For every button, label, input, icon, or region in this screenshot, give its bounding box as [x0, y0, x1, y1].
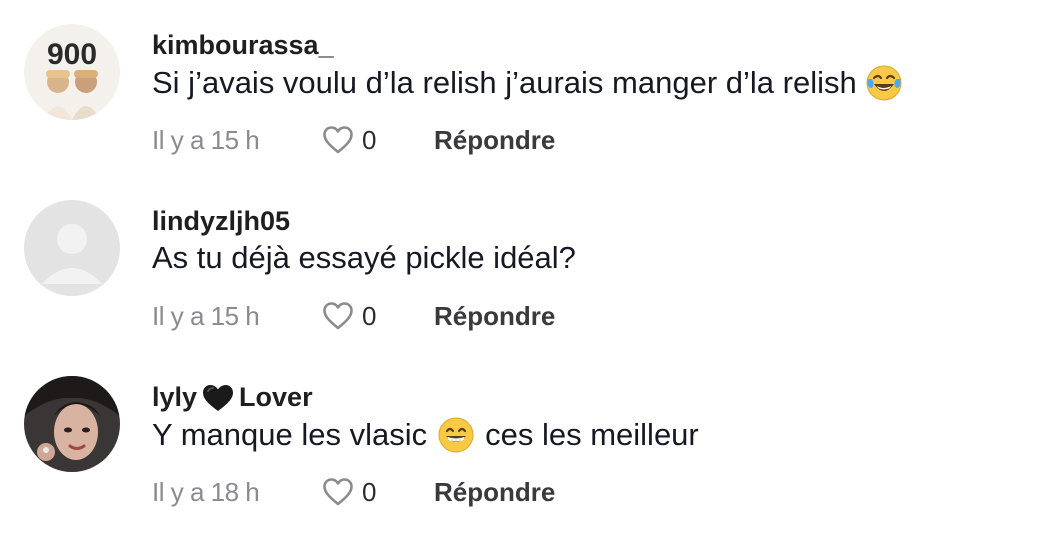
comment-timestamp: Il y a 15 h: [152, 124, 260, 155]
reply-button[interactable]: Répondre: [434, 125, 555, 156]
comment-meta: Il y a 18 h 0 Répondre: [152, 472, 555, 512]
like-count: 0: [362, 476, 377, 507]
avatar-logo-text: 900: [47, 38, 97, 71]
comment-timestamp: Il y a 15 h: [152, 300, 260, 331]
comment-item: lyly Lover Y manque les vlasic ces les m…: [0, 352, 1042, 528]
heart-outline-icon: [323, 126, 353, 154]
username-text[interactable]: kimbourassa_: [152, 30, 334, 61]
avatar[interactable]: 900: [24, 24, 120, 120]
comment-timestamp: Il y a 18 h: [152, 476, 260, 507]
avatar[interactable]: [24, 376, 120, 472]
reply-button[interactable]: Répondre: [434, 477, 555, 508]
comment-username[interactable]: kimbourassa_: [152, 30, 334, 61]
like-button[interactable]: 0: [322, 301, 434, 332]
username-text[interactable]: lindyzljh05: [152, 206, 290, 237]
heart-outline-icon: [323, 302, 353, 330]
avatar-image: 900: [24, 24, 120, 120]
like-count: 0: [362, 124, 377, 155]
comment-item: lindyzljh05 As tu déjà essayé pickle idé…: [0, 176, 1042, 352]
like-button[interactable]: 0: [322, 125, 434, 156]
avatar[interactable]: [24, 200, 120, 296]
like-button[interactable]: 0: [322, 477, 434, 508]
black-heart-emoji: [203, 384, 234, 411]
comment-username[interactable]: lyly Lover: [152, 382, 313, 413]
comment-text-content: As tu déjà essayé pickle idéal?: [152, 240, 576, 275]
default-avatar-icon: [24, 200, 120, 296]
comment-text: As tu déjà essayé pickle idéal?: [152, 240, 576, 276]
username-suffix[interactable]: Lover: [239, 382, 313, 413]
comment-item: 900 kimbourassa_ Si j’avais voulu d’la r…: [0, 0, 1042, 176]
heart-outline-icon: [323, 478, 353, 506]
comment-text: Y manque les vlasic ces les meilleur: [152, 416, 699, 454]
like-count: 0: [362, 300, 377, 331]
comment-text-content: Si j’avais voulu d’la relish j’aurais ma…: [152, 65, 857, 100]
comment-text-content-after: ces les meilleur: [485, 417, 699, 452]
reply-button[interactable]: Répondre: [434, 301, 555, 332]
comment-meta: Il y a 15 h 0 Répondre: [152, 120, 555, 160]
comment-username[interactable]: lindyzljh05: [152, 206, 290, 237]
grinning-emoji: [438, 417, 474, 453]
comment-meta: Il y a 15 h 0 Répondre: [152, 296, 555, 336]
comment-text: Si j’avais voulu d’la relish j’aurais ma…: [152, 64, 903, 102]
comment-text-content: Y manque les vlasic: [152, 417, 428, 452]
username-text[interactable]: lyly: [152, 382, 197, 413]
avatar-image: [24, 376, 120, 472]
tears-of-joy-emoji: [866, 65, 902, 101]
